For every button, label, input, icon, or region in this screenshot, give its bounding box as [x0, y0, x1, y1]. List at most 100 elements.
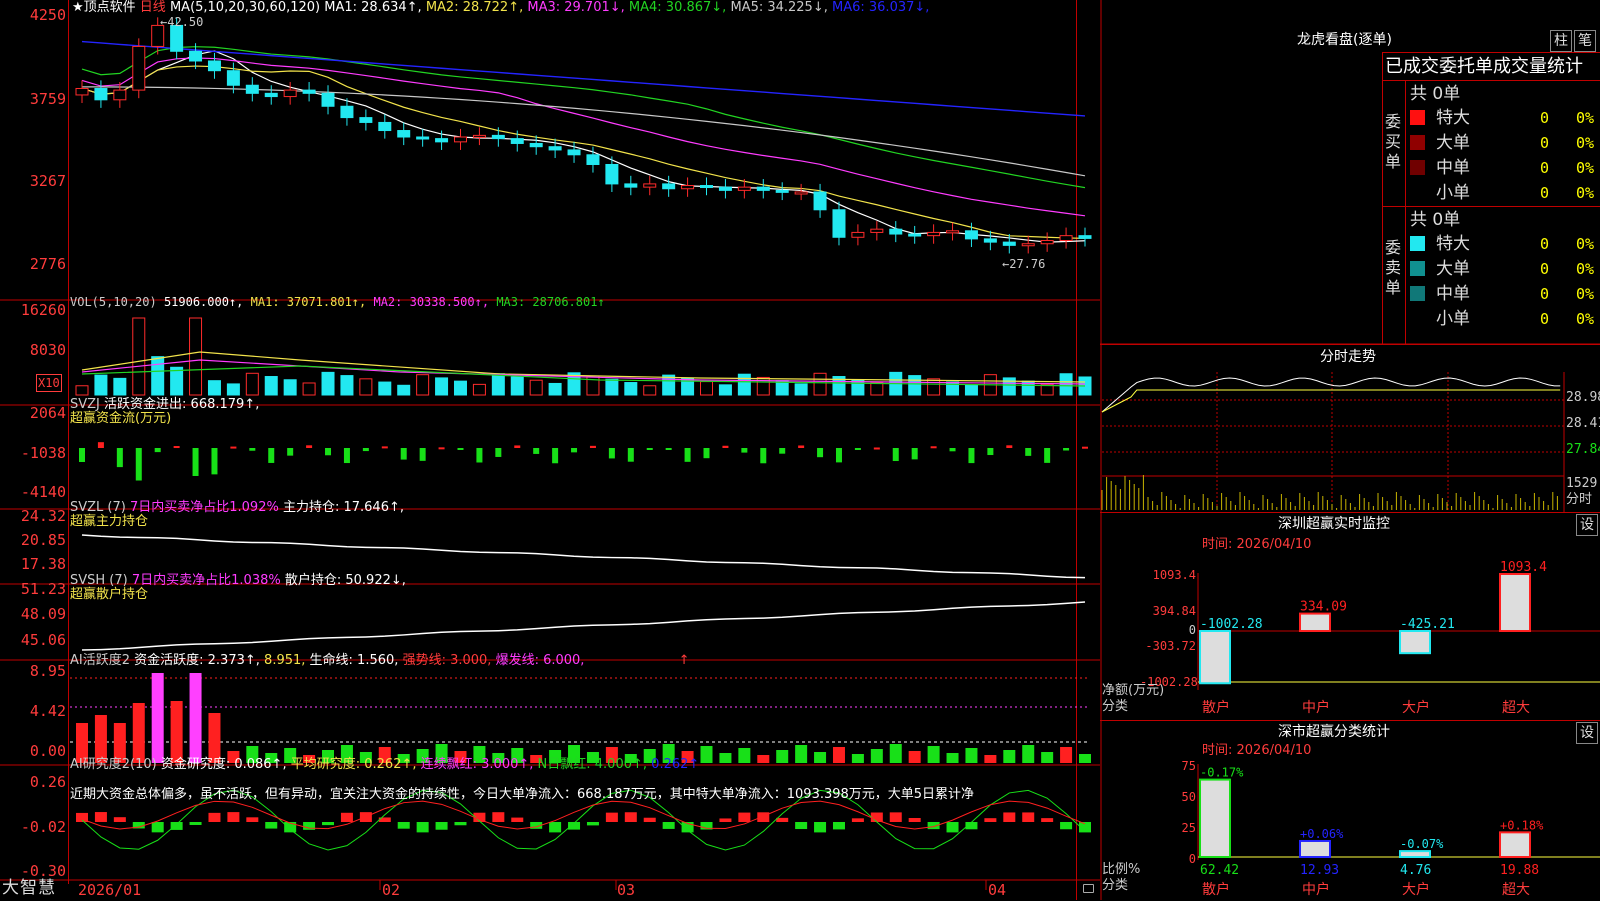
price-tick-2: 3759 [29, 90, 66, 108]
candle-down [302, 89, 316, 94]
xaxis-label-1: 2026/01 [78, 881, 142, 899]
svzj-bar [817, 448, 824, 458]
svzj-bar [1063, 448, 1070, 451]
ma5-value: MA5: 34.225↓, [730, 0, 828, 15]
vol-ma2: MA2: 30338.500↑, [373, 295, 490, 309]
ma-name: MA(5,10,20,30,60,120) [169, 0, 321, 15]
ai2-bar [340, 812, 353, 822]
monitor-tick-1: 1093.4 [1152, 568, 1196, 582]
monitor-cat-0: 散户 [1202, 700, 1230, 716]
lhb-tick-button[interactable]: 笔 [1574, 30, 1596, 52]
lhb-buy-row-pct-0: 0% [1576, 109, 1595, 127]
svzj-tick-2: -1038 [20, 444, 66, 462]
lhb-sell-row-pct-3: 0% [1576, 310, 1595, 328]
svzl-tick-2: 20.85 [20, 531, 66, 549]
high-marker: ←42.50 [160, 15, 204, 29]
ai2-text: 近期大资金总体偏多，虽不活跃，但有异动，宜关注大资金的持续性，今日大单净流入：6… [70, 787, 975, 802]
volume-bar [548, 382, 562, 396]
ai2-l2: 平均研究度: 0.262↑, [290, 757, 417, 772]
lhb-buy-row-count-3: 0 [1540, 184, 1550, 202]
svzj-bar [892, 448, 899, 462]
lock-icon[interactable] [1083, 884, 1094, 893]
ai2-bar [511, 817, 524, 822]
svzj-bar [760, 448, 767, 464]
ai2-bar [454, 822, 467, 826]
svzj-bar [854, 448, 861, 450]
candle-down [207, 60, 221, 72]
volume-bar [264, 376, 278, 396]
ai2-bar [435, 822, 448, 830]
svzj-bar [325, 448, 332, 456]
ai1-bar [170, 701, 183, 763]
candle-down [624, 183, 638, 188]
ai2-bar [586, 822, 599, 826]
ai2-bar [549, 822, 562, 833]
candle-down [605, 163, 619, 185]
candle-down [700, 185, 714, 189]
svzj-bar [381, 446, 388, 449]
ai2-tick-1: 0.26 [29, 773, 66, 791]
vol-tick-1: 16260 [20, 301, 66, 319]
candle-down [548, 146, 562, 151]
svzj-bar [343, 448, 350, 464]
candle-down [718, 186, 732, 191]
classify-settings-button[interactable]: 设 [1576, 722, 1598, 744]
candle-down [775, 189, 789, 193]
ai2-bar [1003, 812, 1016, 822]
candle-down [416, 136, 430, 140]
candle-down [908, 233, 922, 237]
monitor-cat-1: 中户 [1302, 700, 1330, 716]
ai2-bar [170, 822, 183, 830]
lhb-sell-row-count-2: 0 [1540, 285, 1550, 303]
volume-bar [226, 383, 240, 396]
lhb-header: 已成交委托单成交量统计 [1385, 56, 1583, 77]
volume-bar [416, 374, 430, 396]
monitor-tick-2: 394.84 [1152, 604, 1196, 618]
lhb-buy-row-name-3: 小单 [1436, 183, 1470, 203]
vol-title: VOL(5,10,20) [70, 295, 157, 309]
svzj-bar [627, 448, 634, 462]
volume-bar [189, 317, 203, 396]
svzl-line [81, 534, 1086, 579]
ma5-line [81, 86, 1086, 177]
volume-bar [1002, 377, 1016, 396]
lhb-buy-row-pct-2: 0% [1576, 159, 1595, 177]
lhb-divider-1 [1382, 80, 1600, 81]
ai1-bar [94, 715, 107, 763]
ai2-bar [738, 812, 751, 822]
ai1-tick-1: 8.95 [29, 662, 66, 680]
vol-ma3: MA3: 28706.801↑ [496, 295, 605, 309]
period-label[interactable]: 日线 [140, 0, 166, 15]
svzj-bar [400, 448, 407, 460]
fenshi-box [1100, 344, 1600, 513]
brand-logo: 大智慧 [2, 878, 56, 898]
ai1-bar [208, 713, 221, 763]
candle-down [964, 230, 978, 240]
classify-cat-3: 超大 [1502, 882, 1530, 898]
classify-cat-0: 散户 [1202, 882, 1230, 898]
ai1-bar [700, 746, 713, 763]
svzj-bar [722, 445, 729, 448]
svzl-line3: 超赢主力持仓 [70, 514, 149, 529]
ai2-bar [227, 812, 240, 822]
svzj-bar [79, 448, 85, 462]
lhb-bar-button[interactable]: 柱 [1550, 30, 1572, 52]
candle-up [132, 45, 146, 91]
svzj-bar [779, 448, 786, 454]
candle-down [832, 209, 846, 238]
ai1-bar [776, 750, 789, 763]
ma2-value: MA2: 28.722↑, [425, 0, 524, 15]
monitor-ylabel: 净额(万元) [1102, 683, 1165, 698]
svzj-bar [835, 448, 842, 463]
svsh-tick-2: 48.09 [20, 605, 66, 623]
lhb-sell-row-name-0: 特大 [1436, 234, 1470, 254]
ai2-bar [416, 822, 429, 833]
volume-bar [927, 378, 941, 396]
svzj-bar [703, 448, 710, 459]
lhb-sell-row-pct-2: 0% [1576, 285, 1595, 303]
ai2-bar [776, 817, 789, 822]
ai2-bar [851, 818, 864, 822]
monitor-settings-button[interactable]: 设 [1576, 514, 1598, 536]
svzj-bar [552, 448, 559, 464]
ai1-bar [719, 753, 732, 763]
